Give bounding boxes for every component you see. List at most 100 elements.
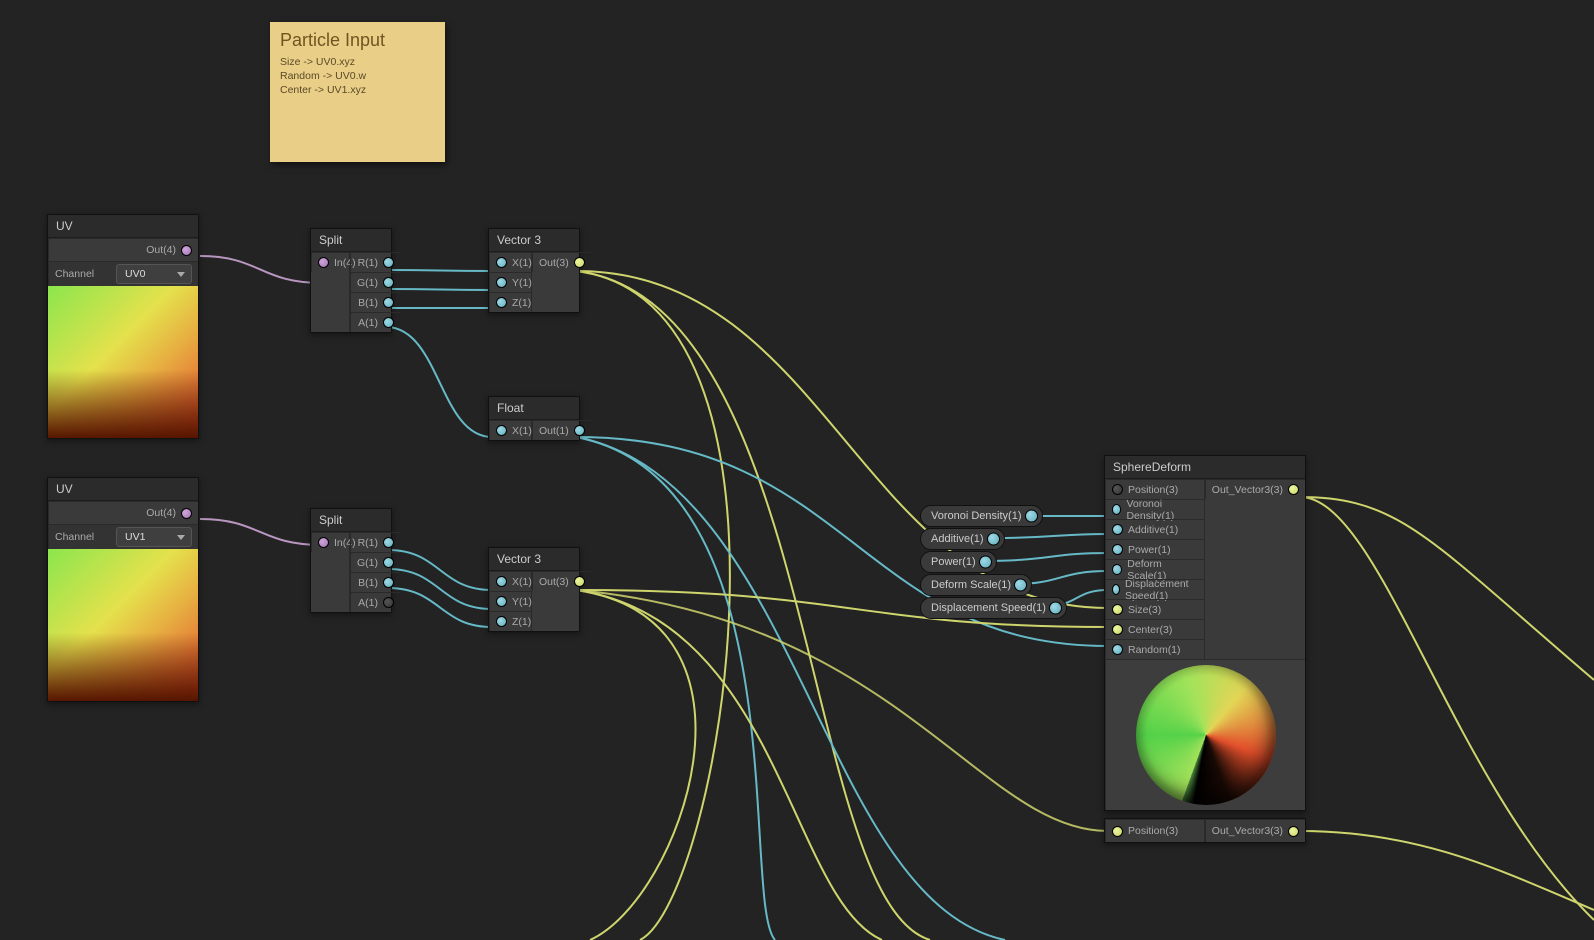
note-line: Size -> UV0.xyz <box>280 55 435 69</box>
port-out: Out(1) <box>539 425 569 437</box>
port-dot[interactable] <box>318 257 329 268</box>
port-g: G(1) <box>357 277 378 289</box>
port-dot[interactable] <box>496 277 507 288</box>
sticky-note[interactable]: Particle Input Size -> UV0.xyz Random ->… <box>270 22 445 162</box>
port-dot[interactable] <box>1049 602 1062 615</box>
property-additive[interactable]: Additive(1) <box>920 528 1005 550</box>
port-dot[interactable] <box>383 557 394 568</box>
port-additive: Additive(1) <box>1128 524 1178 536</box>
node-graph-canvas[interactable]: { "note": { "title": "Particle Input", "… <box>0 0 1594 940</box>
port-dot[interactable] <box>181 508 192 519</box>
port-out: Out_Vector3(3) <box>1212 484 1283 496</box>
port-dot[interactable] <box>1014 579 1027 592</box>
port-dot[interactable] <box>181 245 192 256</box>
port-dot[interactable] <box>496 576 507 587</box>
port-dot[interactable] <box>1025 510 1038 523</box>
port-dot[interactable] <box>1112 544 1123 555</box>
port-dot[interactable] <box>383 597 394 608</box>
node-uv0[interactable]: UV Out(4) Channel UV0 <box>47 214 199 439</box>
property-deform-scale[interactable]: Deform Scale(1) <box>920 574 1032 596</box>
port-dot[interactable] <box>496 297 507 308</box>
port-dot[interactable] <box>1112 524 1123 535</box>
node-vector3-b[interactable]: Vector 3 X(1) Y(1) Z(1) Out(3) <box>488 547 580 632</box>
port-dot[interactable] <box>1288 826 1299 837</box>
pill-label: Deform Scale(1) <box>931 579 1011 591</box>
channel-dropdown[interactable]: UV0 <box>116 264 192 284</box>
port-dot[interactable] <box>496 257 507 268</box>
node-float[interactable]: Float X(1) Out(1) <box>488 396 580 441</box>
channel-label: Channel <box>55 531 94 543</box>
pill-label: Power(1) <box>931 556 976 568</box>
port-dot[interactable] <box>383 537 394 548</box>
port-b: B(1) <box>358 297 378 309</box>
uv-preview <box>48 549 198 701</box>
port-dot[interactable] <box>1112 484 1123 495</box>
node-split0[interactable]: Split In(4) R(1) G(1) B(1) A(1) <box>310 228 392 333</box>
channel-value: UV0 <box>125 268 145 280</box>
pill-label: Additive(1) <box>931 533 984 545</box>
node-title: Split <box>311 229 391 252</box>
port-out: Out_Vector3(3) <box>1212 825 1283 837</box>
port-out: Out(4) <box>146 244 176 256</box>
port-dot[interactable] <box>383 277 394 288</box>
port-dot[interactable] <box>979 556 992 569</box>
port-out: Out(4) <box>146 507 176 519</box>
port-dot[interactable] <box>496 616 507 627</box>
node-title: UV <box>48 478 198 501</box>
port-dot[interactable] <box>1112 624 1123 635</box>
port-dot[interactable] <box>1112 564 1122 575</box>
port-out: Out(3) <box>539 576 569 588</box>
port-power: Power(1) <box>1128 544 1171 556</box>
port-dot[interactable] <box>318 537 329 548</box>
channel-dropdown[interactable]: UV1 <box>116 527 192 547</box>
port-dot[interactable] <box>1112 826 1123 837</box>
port-random: Random(1) <box>1128 644 1181 656</box>
port-dot[interactable] <box>574 257 585 268</box>
port-x: X(1) <box>512 576 532 588</box>
port-r: R(1) <box>358 257 378 269</box>
port-dot[interactable] <box>574 576 585 587</box>
port-dot[interactable] <box>1112 604 1123 615</box>
port-x: X(1) <box>512 425 532 437</box>
node-sphere-deform-2[interactable]: Position(3) Out_Vector3(3) <box>1104 818 1306 843</box>
port-x: X(1) <box>512 257 532 269</box>
port-dot[interactable] <box>1112 584 1120 595</box>
port-dot[interactable] <box>574 425 585 436</box>
node-sphere-deform[interactable]: SphereDeform Position(3) Voronoi Density… <box>1104 455 1306 811</box>
port-g: G(1) <box>357 557 378 569</box>
note-line: Random -> UV0.w <box>280 69 435 83</box>
pill-label: Voronoi Density(1) <box>931 510 1022 522</box>
port-dot[interactable] <box>383 577 394 588</box>
port-dot[interactable] <box>496 596 507 607</box>
port-dot[interactable] <box>383 317 394 328</box>
node-title: UV <box>48 215 198 238</box>
node-uv1[interactable]: UV Out(4) Channel UV1 <box>47 477 199 702</box>
property-displacement-speed[interactable]: Displacement Speed(1) <box>920 597 1067 619</box>
port-dot[interactable] <box>1288 484 1299 495</box>
node-vector3-a[interactable]: Vector 3 X(1) Y(1) Z(1) Out(3) <box>488 228 580 313</box>
port-z: Z(1) <box>512 616 531 628</box>
property-power[interactable]: Power(1) <box>920 551 997 573</box>
chevron-down-icon <box>177 272 185 277</box>
port-dot[interactable] <box>1112 504 1121 515</box>
port-y: Y(1) <box>512 277 532 289</box>
wires <box>0 0 1594 940</box>
property-voronoi-density[interactable]: Voronoi Density(1) <box>920 505 1043 527</box>
node-title: Split <box>311 509 391 532</box>
port-voronoi: Voronoi Density(1) <box>1126 498 1197 522</box>
node-title: SphereDeform <box>1105 456 1305 479</box>
port-dot[interactable] <box>383 257 394 268</box>
node-split1[interactable]: Split In(4) R(1) G(1) B(1) A(1) <box>310 508 392 613</box>
node-title: Vector 3 <box>489 229 579 252</box>
pill-label: Displacement Speed(1) <box>931 602 1046 614</box>
port-dot[interactable] <box>987 533 1000 546</box>
port-a: A(1) <box>358 597 378 609</box>
channel-value: UV1 <box>125 531 145 543</box>
port-size: Size(3) <box>1128 604 1161 616</box>
port-dot[interactable] <box>496 425 507 436</box>
node-title: Float <box>489 397 579 420</box>
port-a: A(1) <box>358 317 378 329</box>
port-dot[interactable] <box>1112 644 1123 655</box>
port-dot[interactable] <box>383 297 394 308</box>
port-out: Out(3) <box>539 257 569 269</box>
